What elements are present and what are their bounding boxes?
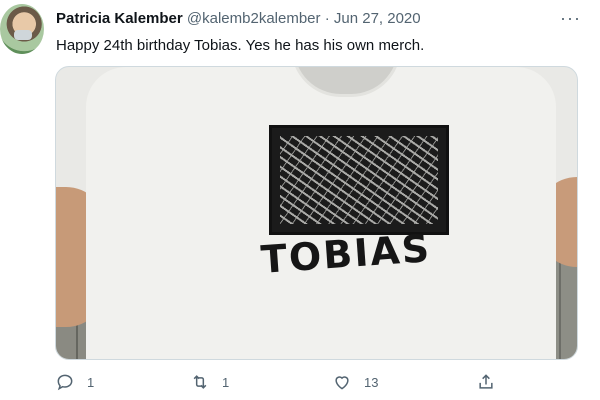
avatar-mask xyxy=(14,30,32,40)
author-name[interactable]: Patricia Kalember xyxy=(56,10,183,27)
tweet-header: Patricia Kalember @kalemb2kalember · Jun… xyxy=(56,10,421,27)
tweet-date[interactable]: Jun 27, 2020 xyxy=(334,10,421,27)
more-options-icon[interactable]: ··· xyxy=(560,8,581,29)
retweet-count: 1 xyxy=(222,374,230,390)
tweet[interactable]: Patricia Kalember @kalemb2kalember · Jun… xyxy=(0,0,600,400)
tweet-media-photo[interactable]: TOBIAS xyxy=(55,66,578,360)
tshirt: TOBIAS xyxy=(86,67,556,359)
like-count: 13 xyxy=(364,374,379,390)
tweet-actions: 1 1 13 xyxy=(0,372,600,396)
author-handle[interactable]: @kalemb2kalember xyxy=(187,10,321,27)
share-icon xyxy=(479,374,493,389)
share-button[interactable] xyxy=(476,372,508,392)
retweet-button[interactable]: 1 xyxy=(190,372,229,392)
tweet-text: Happy 24th birthday Tobias. Yes he has h… xyxy=(56,37,425,54)
heart-icon xyxy=(335,376,349,390)
reply-count: 1 xyxy=(87,374,95,390)
reply-button[interactable]: 1 xyxy=(55,372,94,392)
like-button[interactable]: 13 xyxy=(332,372,378,392)
tshirt-print-graphic xyxy=(269,125,449,235)
separator-dot: · xyxy=(324,10,330,27)
reply-icon xyxy=(57,374,73,391)
avatar[interactable] xyxy=(0,4,44,54)
tshirt-collar xyxy=(291,67,401,97)
retweet-icon xyxy=(193,375,207,389)
